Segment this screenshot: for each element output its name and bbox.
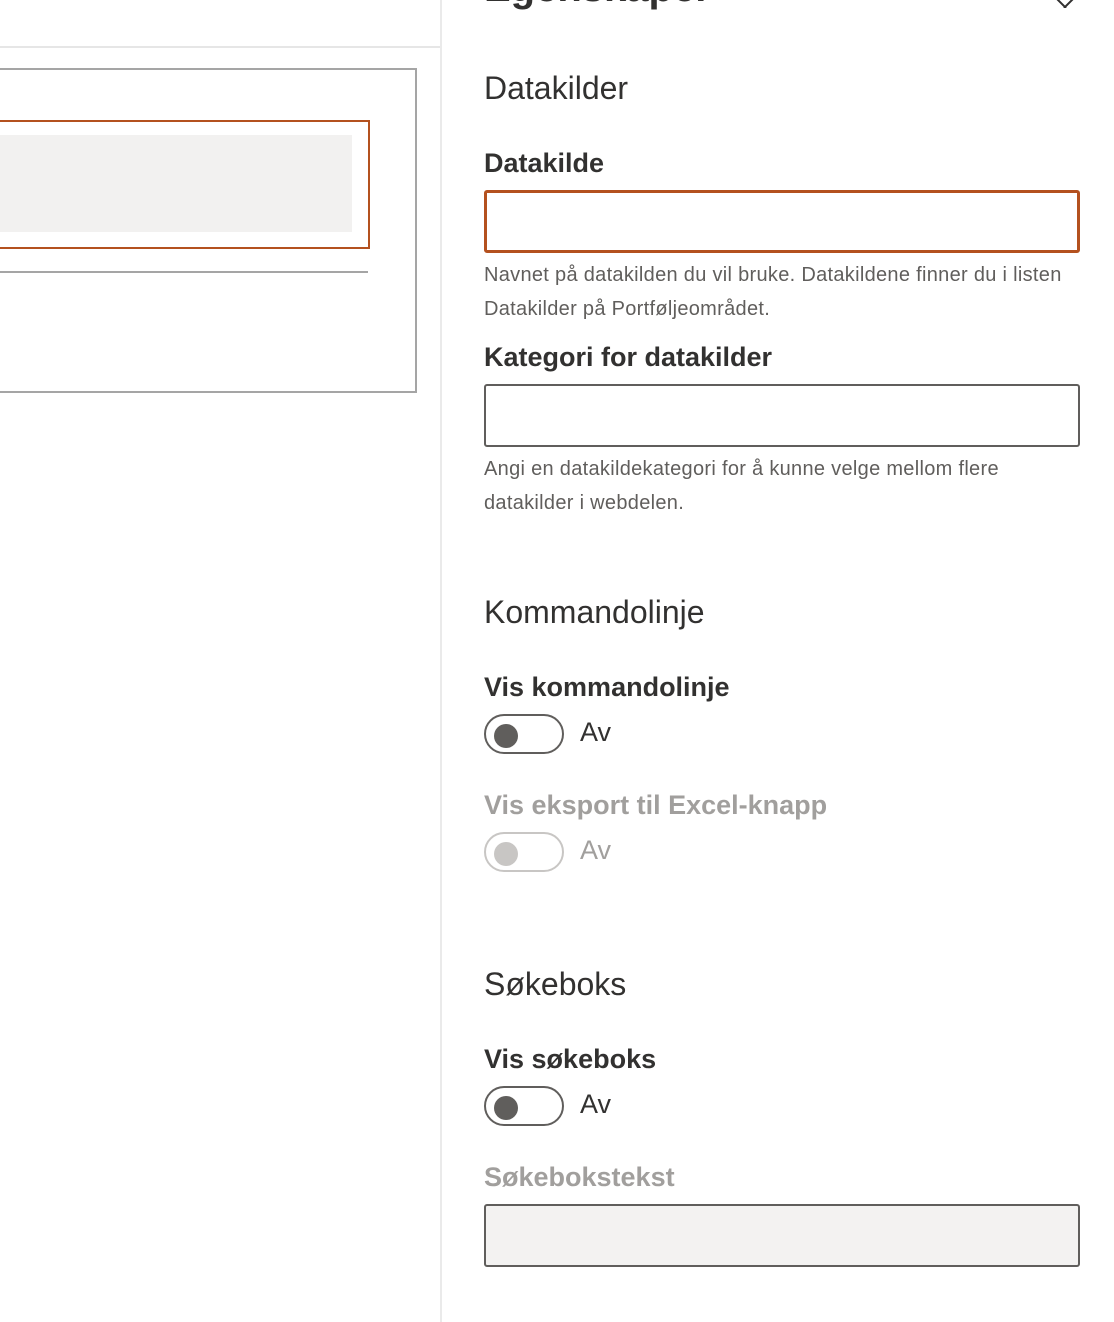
webpart-divider [0, 271, 368, 273]
pane-title-clip: Egenskaper [484, 0, 784, 10]
show-search-box-label: Vis søkeboks [484, 1044, 657, 1074]
search-box-text-input [484, 1204, 1080, 1267]
canvas-top-bar [0, 0, 441, 48]
show-excel-export-state: Av [580, 835, 612, 865]
datasource-category-label: Kategori for datakilder [484, 342, 773, 372]
close-icon[interactable] [1050, 0, 1080, 8]
show-excel-export-label: Vis eksport til Excel-knapp [484, 790, 828, 820]
show-command-bar-state: Av [580, 717, 612, 747]
show-excel-export-toggle [484, 832, 564, 872]
section-title-search-box: Søkeboks [484, 966, 627, 1002]
webpart-placeholder [0, 135, 352, 232]
datasource-category-input[interactable] [484, 384, 1080, 447]
show-command-bar-label: Vis kommandolinje [484, 672, 730, 702]
section-title-command-bar: Kommandolinje [484, 594, 705, 630]
search-box-text-label: Søkebokstekst [484, 1162, 675, 1192]
datasource-input[interactable] [484, 190, 1080, 253]
toggle-knob [494, 1096, 518, 1120]
datasource-help-text: Navnet på datakilden du vil bruke. Datak… [484, 264, 1062, 320]
property-pane: Egenskaper Datakilder Datakilde Navnet p… [440, 0, 1114, 1322]
datasource-category-help-text: Angi en datakildekategori for å kunne ve… [484, 458, 999, 514]
datasource-label: Datakilde [484, 148, 605, 178]
page-canvas [0, 0, 441, 1322]
show-command-bar-toggle[interactable] [484, 714, 564, 754]
toggle-knob [494, 842, 518, 866]
section-title-datasources: Datakilder [484, 70, 629, 106]
pane-title: Egenskaper [484, 0, 711, 10]
toggle-knob [494, 724, 518, 748]
show-search-box-toggle[interactable] [484, 1086, 564, 1126]
show-search-box-state: Av [580, 1089, 612, 1119]
